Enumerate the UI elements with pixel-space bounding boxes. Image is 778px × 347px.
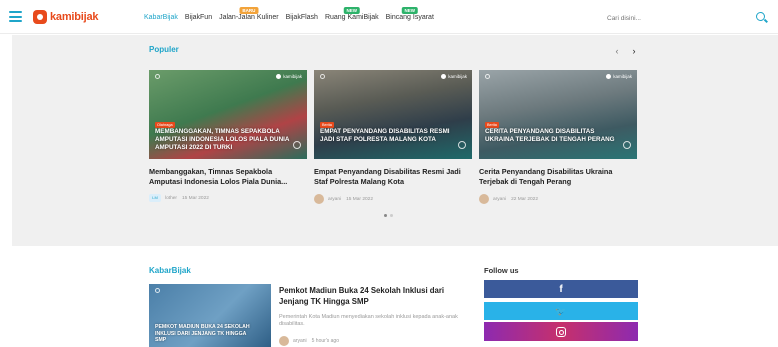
article-meta: LM lother 15 Mar 2022	[149, 194, 307, 202]
main-nav: KabarBijak BijakFun BARU Jalan-Jalan Kul…	[144, 0, 441, 34]
carousel-dot[interactable]	[390, 214, 393, 217]
publish-time: 5 hour's ago	[311, 338, 339, 344]
thumb-caption: PEMKOT MADIUN BUKA 24 SEKOLAH INKLUSI DA…	[155, 324, 250, 343]
nav-item-jalan-jalan-kuliner[interactable]: BARU Jalan-Jalan Kuliner	[219, 6, 279, 21]
nav-badge-new: NEW	[401, 6, 419, 14]
article-title[interactable]: Pemkot Madiun Buka 24 Sekolah Inklusi da…	[279, 286, 459, 307]
twitter-icon: 🐦	[555, 305, 567, 316]
decorative-circle-icon	[293, 141, 301, 149]
article-thumbnail[interactable]: kamibijak Berita EMPAT PENYANDANG DISABI…	[314, 70, 472, 159]
article-meta: aryani 15 Mar 2022	[314, 194, 472, 204]
nav-item-kabarbijak[interactable]: KabarBijak	[144, 14, 178, 21]
avatar	[314, 194, 324, 204]
decorative-circle-icon	[155, 288, 160, 293]
avatar	[279, 336, 289, 346]
nav-badge-new: BARU	[239, 6, 259, 14]
thumb-caption: CERITA PENYANDANG DISABILITAS UKRAINA TE…	[485, 128, 615, 143]
twitter-button[interactable]: 🐦	[484, 302, 638, 320]
article-meta: aryani 5 hour's ago	[279, 336, 339, 346]
author-name[interactable]: aryani	[293, 338, 307, 344]
section-title-kabarbijak: KabarBijak	[149, 266, 191, 275]
section-title-populer: Populer	[149, 45, 179, 54]
thumb-caption: EMPAT PENYANDANG DISABILITAS RESMI JADI …	[320, 128, 450, 143]
thumb-brand: kamibijak	[441, 74, 467, 79]
popular-card[interactable]: kamibijak Berita EMPAT PENYANDANG DISABI…	[314, 70, 472, 204]
article-thumbnail[interactable]: PEMKOT MADIUN BUKA 24 SEKOLAH INKLUSI DA…	[149, 284, 271, 347]
top-navbar: kamibijak KabarBijak BijakFun BARU Jalan…	[0, 0, 778, 34]
nav-item-bincang-isyarat[interactable]: NEW Bincang Isyarat	[385, 6, 434, 21]
facebook-button[interactable]: f	[484, 280, 638, 298]
article-thumbnail[interactable]: kamibijak Berita CERITA PENYANDANG DISAB…	[479, 70, 637, 159]
avatar	[479, 194, 489, 204]
article-meta: aryani 22 Mar 2022	[479, 194, 637, 204]
logo-mark-icon	[33, 10, 47, 24]
article-thumbnail[interactable]: kamibijak Olahraga MEMBANGGAKAN, TIMNAS …	[149, 70, 307, 159]
decorative-circle-icon	[458, 141, 466, 149]
instagram-icon	[556, 326, 566, 337]
carousel-arrows: ‹ ›	[605, 46, 639, 56]
decorative-circle-icon	[485, 74, 490, 79]
nav-label: BijakFlash	[285, 13, 318, 21]
author-name[interactable]: aryani	[328, 197, 341, 202]
decorative-circle-icon	[320, 74, 325, 79]
nav-item-bijakfun[interactable]: BijakFun	[185, 14, 212, 21]
nav-label: KabarBijak	[144, 13, 178, 21]
search-icon[interactable]	[756, 12, 765, 21]
author-name[interactable]: lother	[165, 196, 177, 201]
article-title[interactable]: Membanggakan, Timnas Sepakbola Amputasi …	[149, 167, 307, 187]
article-title[interactable]: Empat Penyandang Disabilitas Resmi Jadi …	[314, 167, 472, 187]
nav-label: BijakFun	[184, 13, 213, 21]
thumb-brand-text: kamibijak	[613, 74, 632, 79]
publish-date: 15 Mar 2022	[346, 196, 374, 202]
thumb-brand-text: kamibijak	[448, 74, 467, 79]
nav-label: Bincang Isyarat	[385, 13, 434, 21]
facebook-icon: f	[559, 283, 563, 295]
hamburger-menu-icon[interactable]	[9, 11, 22, 22]
thumb-brand-text: kamibijak	[283, 74, 302, 79]
avatar: LM	[149, 194, 161, 202]
site-logo[interactable]: kamibijak	[33, 9, 99, 25]
instagram-button[interactable]	[484, 322, 638, 341]
logo-text: kamibijak	[50, 11, 99, 23]
popular-card[interactable]: kamibijak Olahraga MEMBANGGAKAN, TIMNAS …	[149, 70, 307, 202]
chevron-left-icon[interactable]: ‹	[612, 46, 622, 56]
search-input[interactable]	[597, 8, 757, 29]
follow-us-heading: Follow us	[484, 266, 519, 275]
nav-badge-new: NEW	[343, 6, 361, 14]
thumb-brand: kamibijak	[606, 74, 632, 79]
article-excerpt: Pemerintah Kota Madiun menyediakan sekol…	[279, 314, 458, 327]
search-box	[597, 7, 765, 29]
chevron-right-icon[interactable]: ›	[629, 46, 639, 56]
nav-label: Ruang KamiBijak	[324, 13, 379, 21]
carousel-dot[interactable]	[384, 214, 387, 217]
publish-date: 15 Mar 2022	[182, 195, 209, 201]
decorative-circle-icon	[155, 74, 160, 79]
nav-item-ruang-kamibijak[interactable]: NEW Ruang KamiBijak	[324, 6, 379, 21]
thumb-caption: MEMBANGGAKAN, TIMNAS SEPAKBOLA AMPUTASI …	[155, 128, 290, 151]
nav-item-bijakflash[interactable]: BijakFlash	[286, 14, 318, 21]
carousel-dots	[384, 214, 396, 217]
article-title[interactable]: Cerita Penyandang Disabilitas Ukraina Te…	[479, 167, 637, 187]
publish-date: 22 Mar 2022	[511, 196, 539, 202]
nav-label: Jalan-Jalan Kuliner	[219, 13, 279, 21]
author-name[interactable]: aryani	[493, 197, 506, 202]
popular-card[interactable]: kamibijak Berita CERITA PENYANDANG DISAB…	[479, 70, 637, 204]
thumb-brand: kamibijak	[276, 74, 302, 79]
decorative-circle-icon	[623, 141, 631, 149]
